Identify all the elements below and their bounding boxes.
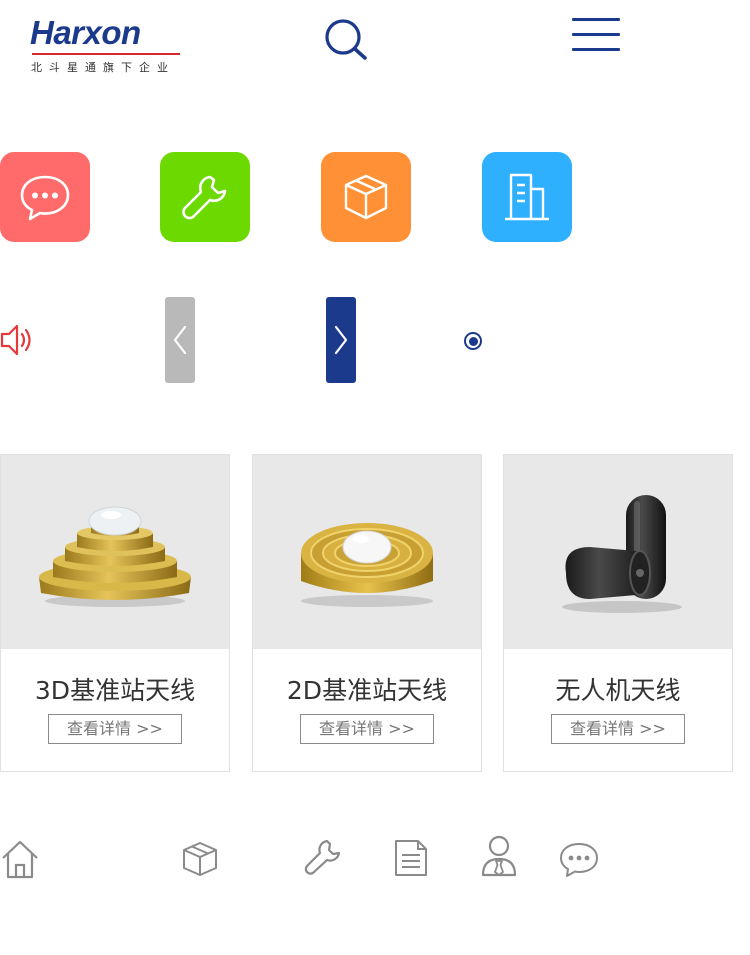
product-title: 3D基准站天线 <box>34 676 196 705</box>
view-details-button[interactable]: 查看详情 >> <box>300 714 434 744</box>
previous-button[interactable] <box>165 297 195 383</box>
chevron-left-icon <box>173 325 187 355</box>
nav-message[interactable] <box>558 840 600 884</box>
next-button[interactable] <box>326 297 356 383</box>
product-title: 2D基准站天线 <box>286 676 448 705</box>
nav-about[interactable] <box>478 834 520 882</box>
speaker-icon <box>0 322 34 358</box>
box-icon <box>344 174 388 220</box>
carousel-indicator[interactable] <box>464 332 482 350</box>
product-card[interactable]: 3D基准站天线 查看详情 >> <box>0 454 230 772</box>
quick-link-company[interactable] <box>482 152 572 242</box>
chevron-right-icon <box>334 325 348 355</box>
product-image-2d-antenna <box>253 455 481 649</box>
view-details-button[interactable]: 查看详情 >> <box>48 714 182 744</box>
box-icon <box>183 842 217 876</box>
building-icon <box>505 173 549 221</box>
logo-subtitle: 北斗星通旗下企业 <box>31 61 175 74</box>
user-tie-icon <box>481 835 517 877</box>
chat-icon <box>560 843 598 877</box>
nav-products[interactable] <box>180 840 220 882</box>
product-image-3d-antenna <box>1 455 229 649</box>
home-icon <box>2 840 38 879</box>
product-card[interactable]: 无人机天线 查看详情 >> <box>503 454 733 772</box>
quick-link-products[interactable] <box>321 152 411 242</box>
page: Harxon 北斗星通旗下企业 3D基准站天线 查看详情 >> 2D基准站天线 … <box>0 0 750 955</box>
product-image-drone-antenna <box>504 455 732 649</box>
logo-text: Harxon <box>30 14 141 51</box>
quick-link-message[interactable] <box>0 152 90 242</box>
logo-underline <box>32 53 180 55</box>
nav-documents[interactable] <box>392 838 430 882</box>
product-title: 无人机天线 <box>555 676 681 705</box>
search-icon[interactable] <box>322 16 370 62</box>
nav-service[interactable] <box>302 838 344 882</box>
menu-icon[interactable] <box>570 16 622 54</box>
quick-link-service[interactable] <box>160 152 250 242</box>
product-card[interactable]: 2D基准站天线 查看详情 >> <box>252 454 482 772</box>
document-icon <box>395 840 427 876</box>
wrench-icon <box>182 175 227 220</box>
view-details-button[interactable]: 查看详情 >> <box>551 714 685 744</box>
wrench-icon <box>304 839 341 875</box>
nav-home[interactable] <box>0 838 40 884</box>
chat-icon <box>20 175 70 221</box>
logo[interactable]: Harxon 北斗星通旗下企业 <box>30 14 182 76</box>
